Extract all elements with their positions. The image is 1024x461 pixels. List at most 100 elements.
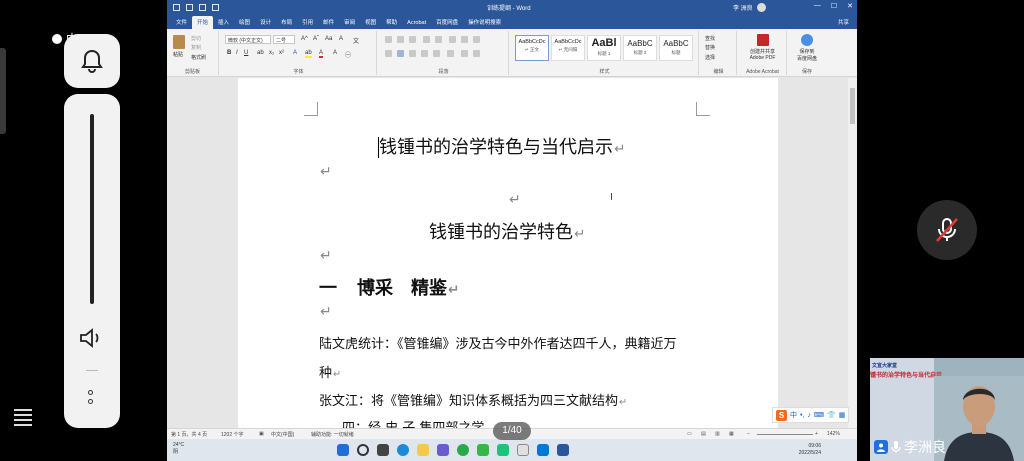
decrease-indent-icon[interactable] [423,36,430,43]
minimize-icon[interactable]: — [814,2,821,10]
vertical-scrollbar[interactable] [848,78,857,428]
style-heading-2[interactable]: AaBbC 标题 2 [623,35,657,61]
tab-draw[interactable]: 绘图 [234,16,255,29]
volume-slider[interactable] [90,114,94,304]
align-right-icon[interactable] [409,50,416,57]
tell-me-search[interactable]: 操作说明搜索 [463,16,506,29]
create-pdf-label-1[interactable]: 创建并共享 [739,48,786,55]
ime-toolbar[interactable]: S 中 •, ♪ ⌨ 👕 ▦ [772,407,850,423]
copy-button[interactable]: 复制 [191,44,201,51]
search-icon[interactable] [357,444,369,456]
format-painter-button[interactable]: 格式刷 [191,54,206,61]
system-clock[interactable]: 09:06 2022/5/24 [799,443,821,457]
keyboard-icon[interactable]: ⌨ [814,411,824,419]
zoom-level[interactable]: 142% [827,431,840,437]
mute-mic-button[interactable] [917,200,977,260]
cut-button[interactable]: 剪切 [191,35,201,42]
paste-icon[interactable] [173,35,185,49]
tab-acrobat[interactable]: Acrobat [402,18,431,29]
justify-icon[interactable] [421,50,428,57]
font-name-select[interactable]: 微软 (中文正文) [225,35,271,44]
accessibility-status[interactable]: 辅助功能: 一切就绪 [311,431,354,438]
style-no-spacing[interactable]: AaBbCcDc ↵ 无间隔 [551,35,585,61]
zoom-slider[interactable] [757,434,813,435]
tab-review[interactable]: 审阅 [339,16,360,29]
tab-design[interactable]: 设计 [255,16,276,29]
print-layout-icon[interactable]: ▥ [715,431,720,437]
underline-icon[interactable]: U [244,50,248,56]
wechat-icon[interactable] [477,444,489,456]
save-icon[interactable] [186,4,193,11]
phonetic-icon[interactable]: 文 [353,36,359,45]
find-button[interactable]: 查找 [705,35,715,42]
cloud-icon[interactable] [801,34,813,46]
speaker-video[interactable]: 文宣大家堂 锺书的治学特色与当代启示 李洲良 [870,358,1024,461]
tab-baidu[interactable]: 百度网盘 [431,16,463,29]
italic-icon[interactable]: I [236,50,238,56]
list-icon[interactable] [10,404,36,430]
skin-icon[interactable]: 👕 [827,411,836,419]
chrome-icon[interactable] [457,444,469,456]
show-marks-icon[interactable] [473,36,480,43]
text-effects-icon[interactable]: A [293,50,297,56]
proofing-icon[interactable]: ▣ [259,431,264,437]
tab-references[interactable]: 引用 [297,16,318,29]
highlight-icon[interactable]: ab [305,50,312,58]
toolbox-icon[interactable]: ▦ [839,411,846,419]
windows-start-icon[interactable] [337,444,349,456]
tab-file[interactable]: 文件 [171,16,192,29]
replace-button[interactable]: 替换 [705,44,715,51]
app-icon[interactable] [517,444,529,456]
bullets-icon[interactable] [385,36,392,43]
style-normal[interactable]: AaBbCcDc ↵ 正文 [515,35,549,61]
line-spacing-icon[interactable] [447,50,454,57]
close-icon[interactable]: ✕ [847,2,853,10]
paste-button[interactable]: 粘贴 [173,51,183,58]
bold-icon[interactable]: B [227,50,231,56]
tab-layout[interactable]: 布局 [276,16,297,29]
ring-mode-button[interactable] [64,34,120,88]
mic-icon[interactable]: ♪ [807,412,811,419]
web-layout-icon[interactable]: ▦ [729,431,734,437]
zoom-in-icon[interactable]: + [815,431,818,437]
tab-home[interactable]: 开始 [192,16,214,29]
scroll-thumb[interactable] [850,88,855,124]
edge-icon[interactable] [397,444,409,456]
shrink-font-icon[interactable]: Aˇ [313,36,319,42]
clear-format-icon[interactable]: A [339,36,343,42]
font-size-select[interactable]: 二号 [273,35,295,44]
create-pdf-label-2[interactable]: Adobe PDF [739,55,786,61]
grow-font-icon[interactable]: A^ [301,36,308,42]
numbering-icon[interactable] [397,36,404,43]
word-count[interactable]: 1202 个字 [221,431,244,438]
subscript-icon[interactable]: x₂ [269,50,274,56]
word-taskbar-icon[interactable] [557,444,569,456]
more-options-icon[interactable] [88,390,93,404]
adobe-pdf-icon[interactable] [757,34,769,46]
tab-help[interactable]: 帮助 [381,16,402,29]
task-view-icon[interactable] [377,444,389,456]
autosave-icon[interactable] [173,4,180,11]
font-color-icon[interactable]: A [319,50,324,58]
punctuation-icon[interactable]: •, [800,412,804,419]
align-left-icon[interactable] [385,50,392,57]
borders-icon[interactable] [473,50,480,57]
superscript-icon[interactable]: x² [279,50,284,56]
account[interactable]: 李 洲良 [733,3,766,12]
speaker-icon[interactable] [78,326,106,350]
style-title[interactable]: AaBbC 标题 [659,35,693,61]
select-button[interactable]: 选择 [705,54,715,61]
wps-icon[interactable] [497,444,509,456]
read-mode-icon[interactable]: ▤ [701,431,706,437]
save-baidu-label-1[interactable]: 保存到 [789,48,825,55]
tab-view[interactable]: 视图 [360,16,381,29]
strikethrough-icon[interactable]: ab [257,50,264,56]
maximize-icon[interactable]: ☐ [831,2,837,10]
style-heading-1[interactable]: AaBl 标题 1 [587,35,621,61]
enclose-char-icon[interactable]: ㊀ [345,50,351,59]
edge-handle[interactable] [0,48,6,134]
outlook-icon[interactable] [537,444,549,456]
sort-icon[interactable] [461,36,468,43]
focus-mode-icon[interactable]: ▭ [687,431,692,437]
undo-icon[interactable] [199,4,206,11]
